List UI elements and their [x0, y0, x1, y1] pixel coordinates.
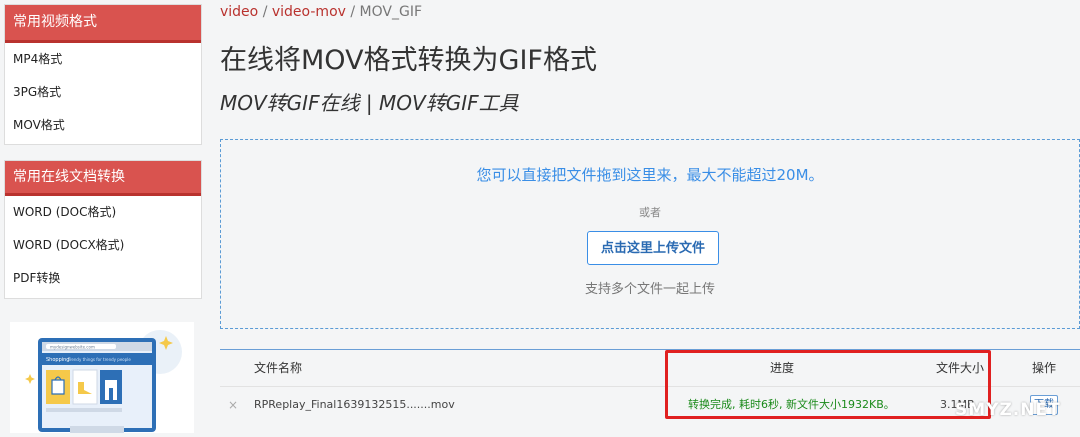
- sidebar-item-word-doc[interactable]: WORD (DOC格式): [5, 196, 201, 229]
- breadcrumb-link-video[interactable]: video: [220, 4, 258, 20]
- breadcrumb: video / video-mov / MOV_GIF: [220, 4, 422, 20]
- file-dropzone[interactable]: 您可以直接把文件拖到这里来，最大不能超过20M。 或者 点击这里上传文件 支持多…: [220, 139, 1080, 329]
- upload-file-button[interactable]: 点击这里上传文件: [587, 231, 719, 265]
- sidebar-item-word-docx[interactable]: WORD (DOCX格式): [5, 229, 201, 262]
- sidebar-item-mp4[interactable]: MP4格式: [5, 43, 201, 76]
- highlight-annotation-box: [665, 350, 991, 419]
- shopping-website-illustration: mydesignwebsite.com Shopping Trendy thin…: [10, 322, 194, 433]
- promo-heading: Shopping: [46, 357, 69, 363]
- remove-file-icon[interactable]: ×: [228, 387, 238, 423]
- sidebar-item-mov[interactable]: MOV格式: [5, 109, 201, 142]
- breadcrumb-current: MOV_GIF: [359, 4, 423, 20]
- document-conversion-title: 常用在线文档转换: [5, 161, 201, 196]
- video-formats-panel: 常用视频格式 MP4格式 3PG格式 MOV格式: [4, 4, 202, 145]
- page-title: 在线将MOV格式转换为GIF格式: [220, 45, 597, 76]
- header-filename: 文件名称: [254, 361, 303, 375]
- sidebar-item-pdf[interactable]: PDF转换: [5, 262, 201, 295]
- breadcrumb-separator: /: [258, 4, 272, 20]
- watermark: SMYZ.NET: [955, 400, 1061, 420]
- page-subtitle: MOV转GIF在线 | MOV转GIF工具: [220, 91, 519, 115]
- dropzone-multi-hint: 支持多个文件一起上传: [584, 282, 715, 297]
- promo-tagline: Trendy things for trendy people: [67, 357, 131, 362]
- file-name: RPReplay_Final1639132515.......mov: [254, 398, 455, 411]
- breadcrumb-separator: /: [345, 4, 360, 20]
- video-formats-title: 常用视频格式: [5, 5, 201, 43]
- promo-url: mydesignwebsite.com: [50, 345, 95, 350]
- breadcrumb-link-video-mov[interactable]: video-mov: [272, 4, 346, 20]
- document-conversion-panel: 常用在线文档转换 WORD (DOC格式) WORD (DOCX格式) PDF转…: [4, 160, 202, 299]
- dropzone-or: 或者: [639, 206, 661, 219]
- header-action: 操作: [1032, 361, 1057, 375]
- sidebar-item-3pg[interactable]: 3PG格式: [5, 76, 201, 109]
- promo-illustration[interactable]: mydesignwebsite.com Shopping Trendy thin…: [10, 322, 194, 433]
- dropzone-hint: 您可以直接把文件拖到这里来，最大不能超过20M。: [476, 166, 824, 184]
